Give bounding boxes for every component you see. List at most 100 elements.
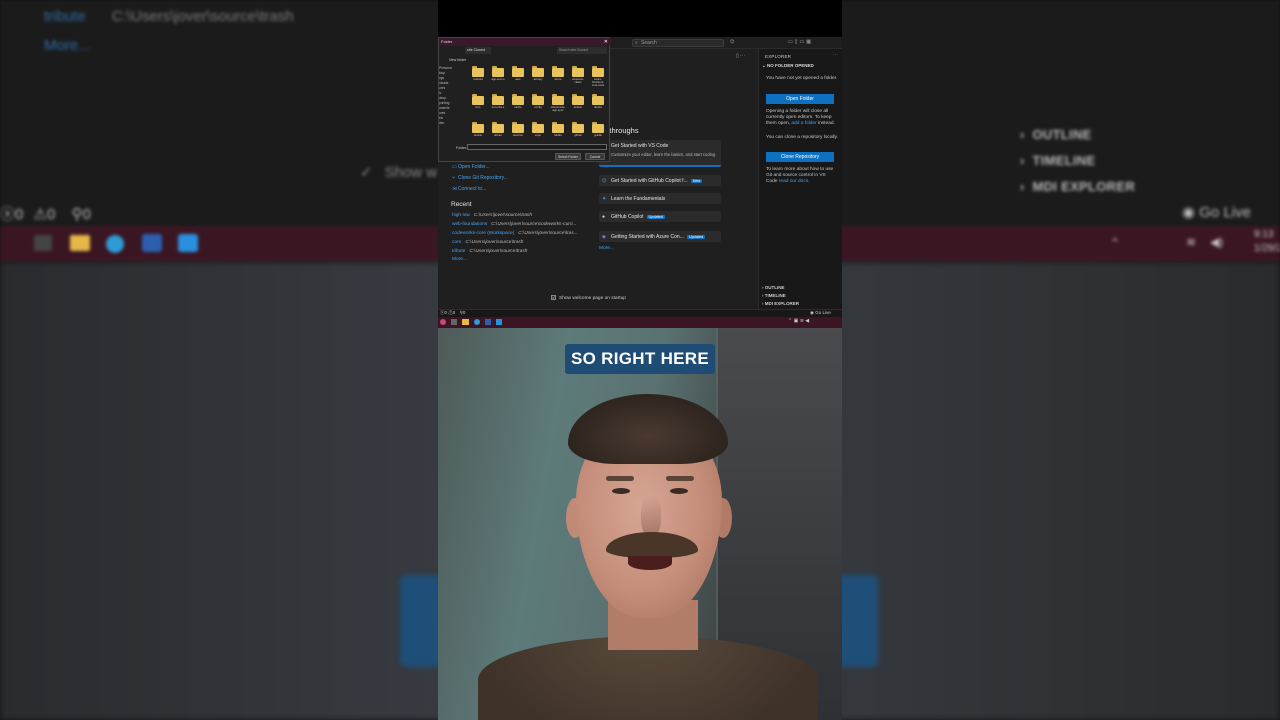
clone-repository-button[interactable]: Clone Repository [766,152,834,162]
folder-label: azuretun-cilans [572,77,584,85]
new-folder-button[interactable]: New folder [449,58,466,62]
folder-item[interactable]: dlocks [589,94,607,122]
main-video-frame: ⌕ Search ⌬ ▭▯▭▦ ▯ ⋯ ▭Open Folder... ⑂ Clo… [438,0,842,720]
vscode-icon[interactable] [496,319,502,325]
walkthrough-card[interactable]: ● GitHub Copilot Updated [599,211,721,222]
bg-recent-name: tribute [44,8,86,25]
folder-item[interactable]: bun-cha-s [489,94,507,122]
person-eye [612,488,630,494]
folder-icon [532,94,544,105]
folder-label: cloud-code-app-sync [550,105,566,113]
no-folder-message: You have not yet opened a folder. [766,76,838,81]
folder-item[interactable]: cache [509,94,527,122]
folder-item[interactable]: azcopy [529,66,547,94]
folder-label: github [574,133,582,137]
folder-item[interactable]: azuretun-cilans [569,66,587,94]
folder-icon [472,122,484,133]
cancel-button[interactable]: Cancel [585,153,605,160]
nav-item[interactable]: deo [439,121,461,126]
learn-message: To learn more about how to use Git and s… [766,167,834,184]
updated-badge: Updated [686,235,706,239]
bg-clock-time: 9:13 [1254,229,1274,240]
folder-item[interactable]: bun [469,94,487,122]
folder-icon [472,66,484,77]
bg-go-live: ◉ Go Live [1182,204,1251,221]
folder-icon [572,94,584,105]
folder-item[interactable]: aws [509,66,527,94]
more-actions-icon[interactable]: ⋯ [833,52,838,58]
recent-item[interactable]: web-foundations C:\Users\jover\source\cod… [452,222,577,227]
dialog-nav-pane: Personal ktop vgs nloads ures ic deop printing u… [439,66,461,136]
explorer-panel: EXPLORER ⋯ ⌄ NO FOLDER OPENED You have n… [758,49,842,309]
folder-icon [472,94,484,105]
folder-item[interactable]: azure [549,66,567,94]
folder-item[interactable]: android [469,66,487,94]
go-live-button[interactable]: ◉ Go Live [810,310,831,316]
copilot-icon[interactable]: ⌬ [730,39,734,45]
folder-item[interactable]: azure-functions-core-tools [589,66,607,94]
problems-indicator[interactable]: ⓧ0 ⚠0 ⚲0 [440,310,465,316]
folder-icon [592,122,604,133]
walkthrough-card[interactable]: ✦ Learn the Fundamentals [599,193,721,204]
folder-icon [492,122,504,133]
start-clone-repo[interactable]: ⑂ Clone Git Repository... [452,175,508,181]
start-connect[interactable]: ⋊Connect to... [452,186,486,192]
read-docs-link[interactable]: read our docs. [779,179,810,184]
start-open-folder[interactable]: ▭Open Folder... [452,164,490,170]
mdi-explorer-section[interactable]: › MDI EXPLORER [762,301,799,306]
chevron-right-icon: › [1020,179,1025,194]
recent-item[interactable]: codeworks-core (Workspace) C:\Users\jover… [452,231,578,236]
screen-capture: ⌕ Search ⌬ ▭▯▭▦ ▯ ⋯ ▭Open Folder... ⑂ Clo… [438,37,842,317]
folder-item[interactable]: app-mon-s [489,66,507,94]
walkthrough-card[interactable]: ◆ Getting Started with Azure Con... Updat… [599,231,721,242]
status-bar: ⓧ0 ⚠0 ⚲0 ◉ Go Live [438,309,842,317]
opening-message: Opening a folder will close all currentl… [766,109,835,126]
folder-item[interactable]: cloud-code-app-sync [549,94,567,122]
video-frame: tribute C:\Users\jover\source\trash More… [0,0,1280,720]
ports-icon: ⚲ [71,206,83,223]
folder-label: config [534,105,542,109]
recent-more-link[interactable]: More... [452,257,467,262]
timeline-section[interactable]: › TIMELINE [762,293,786,298]
search-placeholder: Search [641,40,657,46]
no-folder-header[interactable]: ⌄ NO FOLDER OPENED [762,63,814,69]
person-brow [606,476,634,481]
folder-label: azure-functions-core-tools [591,77,605,88]
recent-item[interactable]: core C:\Users\jover\source\trash [452,240,523,245]
open-folder-button[interactable]: Open Folder [766,94,834,104]
add-folder-link[interactable]: add a folder [791,121,816,126]
folder-item[interactable]: docker [569,94,587,122]
folder-icon[interactable] [462,319,469,325]
terminal-icon[interactable] [451,319,457,325]
app-icon[interactable] [440,319,446,325]
recent-item[interactable]: high-low C:\Users\jover\source\trash [452,213,532,218]
command-search[interactable]: ⌕ Search [632,39,724,47]
dialog-breadcrumb[interactable]: site Cloned [465,47,491,54]
close-icon[interactable]: ✕ [604,38,608,46]
split-editor-icon[interactable]: ▯ ⋯ [736,53,745,59]
bg-folder-icon [70,235,90,251]
layout-icons[interactable]: ▭▯▭▦ [788,39,813,45]
select-folder-button[interactable]: Select Folder [555,153,581,160]
outline-section[interactable]: › OUTLINE [762,285,785,290]
folder-icon [532,66,544,77]
walkthrough-card[interactable]: Get Started with VS Code Customize your … [599,140,721,167]
folder-field-label: Folder: [456,146,468,150]
person-eye [670,488,688,494]
clone-message: You can clone a repository locally. [766,135,838,140]
folder-label: aws [515,77,521,81]
system-tray-icons[interactable]: ⌃ ▣ ≋ ◀ [788,318,809,324]
recent-item[interactable]: tribute C:\Users\jover\source\trash [452,249,527,254]
folder-label: bun-cha-s [491,105,505,109]
folder-item[interactable]: config [529,94,547,122]
show-welcome-toggle[interactable]: ✓ Show welcome page on startup [551,295,626,301]
folder-icon [592,66,604,77]
walkthrough-card[interactable]: ⌬ Get Started with GitHub Copilot f... Ne… [599,175,721,186]
updated-badge: Updated [646,215,665,219]
edge-icon[interactable] [474,319,480,325]
store-icon[interactable] [485,319,491,325]
dialog-search-input[interactable]: Search site Cloned [557,47,607,54]
walkthrough-more-link[interactable]: More... [599,246,614,251]
folder-name-input[interactable] [467,144,607,150]
bg-volume-icon: ◀) [1210,235,1224,249]
